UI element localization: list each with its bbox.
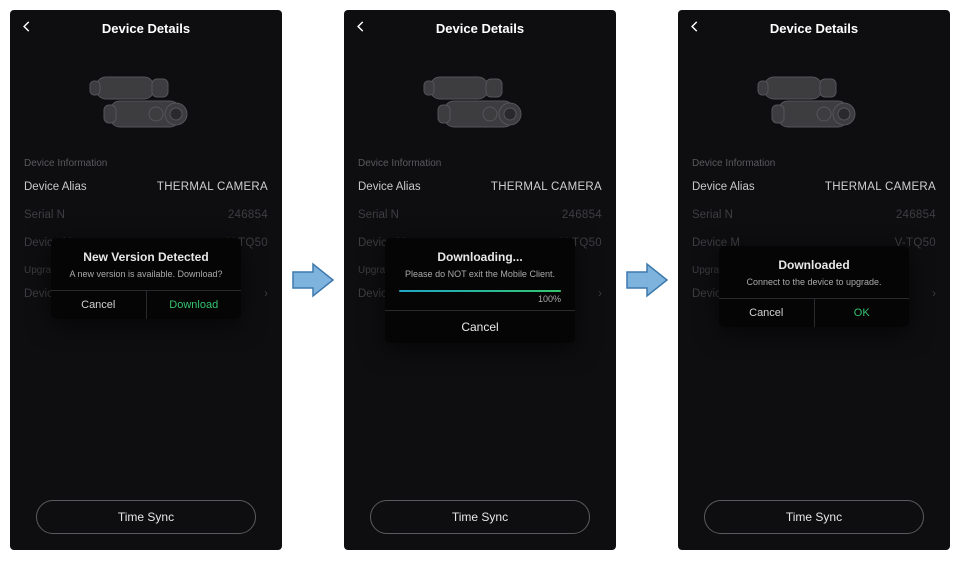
row-serial: Serial N 246854	[10, 201, 282, 229]
dialog-downloading: Downloading... Please do NOT exit the Mo…	[385, 238, 575, 343]
dialog-message: Connect to the device to upgrade.	[719, 276, 909, 298]
label-alias: Device Alias	[692, 181, 755, 193]
flow-arrow-1	[282, 10, 344, 550]
dialog-buttons: Cancel OK	[719, 298, 909, 327]
label-serial: Serial N	[692, 209, 733, 221]
time-sync-button[interactable]: Time Sync	[704, 500, 924, 534]
device-image	[344, 46, 616, 150]
progress-percent-label: 100%	[399, 292, 561, 304]
screen-downloaded: Device Details Device Information Device…	[678, 10, 950, 550]
row-serial: Serial N 246854	[344, 201, 616, 229]
time-sync-button[interactable]: Time Sync	[36, 500, 256, 534]
dialog-message: A new version is available. Download?	[51, 268, 241, 290]
dialog-message: Please do NOT exit the Mobile Client.	[385, 268, 575, 290]
value-serial: 246854	[562, 209, 602, 221]
cancel-button[interactable]: Cancel	[51, 291, 146, 319]
cancel-button[interactable]: Cancel	[719, 299, 814, 327]
value-alias: THERMAL CAMERA	[491, 181, 602, 193]
page-title: Device Details	[678, 21, 950, 36]
back-icon[interactable]	[20, 20, 34, 37]
time-sync-button[interactable]: Time Sync	[370, 500, 590, 534]
row-device-alias[interactable]: Device Alias THERMAL CAMERA	[344, 173, 616, 201]
back-icon[interactable]	[688, 20, 702, 37]
chevron-right-icon: ›	[932, 288, 936, 300]
dialog-downloaded: Downloaded Connect to the device to upgr…	[719, 246, 909, 327]
label-serial: Serial N	[358, 209, 399, 221]
ok-button[interactable]: OK	[814, 299, 910, 327]
chevron-right-icon: ›	[264, 288, 268, 300]
page-title: Device Details	[344, 21, 616, 36]
chevron-right-icon: ›	[598, 288, 602, 300]
dialog-title: Downloaded	[719, 246, 909, 276]
time-sync-label: Time Sync	[118, 510, 174, 524]
label-alias: Device Alias	[24, 181, 87, 193]
section-device-info: Device Information	[344, 150, 616, 173]
device-image	[10, 46, 282, 150]
header: Device Details	[10, 10, 282, 46]
screen-downloading: Device Details Device Information Device…	[344, 10, 616, 550]
screen-new-version: Device Details Device Information Device…	[10, 10, 282, 550]
dialog-new-version: New Version Detected A new version is av…	[51, 238, 241, 319]
device-image	[678, 46, 950, 150]
value-alias: THERMAL CAMERA	[825, 181, 936, 193]
progress-fill	[399, 290, 561, 292]
label-alias: Device Alias	[358, 181, 421, 193]
section-device-info: Device Information	[10, 150, 282, 173]
header: Device Details	[344, 10, 616, 46]
download-button[interactable]: Download	[146, 291, 242, 319]
cancel-button[interactable]: Cancel	[385, 310, 575, 343]
dialog-title: Downloading...	[385, 238, 575, 268]
time-sync-label: Time Sync	[452, 510, 508, 524]
row-serial: Serial N 246854	[678, 201, 950, 229]
value-serial: 246854	[896, 209, 936, 221]
label-serial: Serial N	[24, 209, 65, 221]
dialog-title: New Version Detected	[51, 238, 241, 268]
progress-bar: 100%	[385, 290, 575, 310]
row-device-alias[interactable]: Device Alias THERMAL CAMERA	[10, 173, 282, 201]
time-sync-label: Time Sync	[786, 510, 842, 524]
dialog-buttons: Cancel Download	[51, 290, 241, 319]
section-device-info: Device Information	[678, 150, 950, 173]
flow-arrow-2	[616, 10, 678, 550]
header: Device Details	[678, 10, 950, 46]
row-device-alias[interactable]: Device Alias THERMAL CAMERA	[678, 173, 950, 201]
back-icon[interactable]	[354, 20, 368, 37]
value-alias: THERMAL CAMERA	[157, 181, 268, 193]
value-serial: 246854	[228, 209, 268, 221]
page-title: Device Details	[10, 21, 282, 36]
